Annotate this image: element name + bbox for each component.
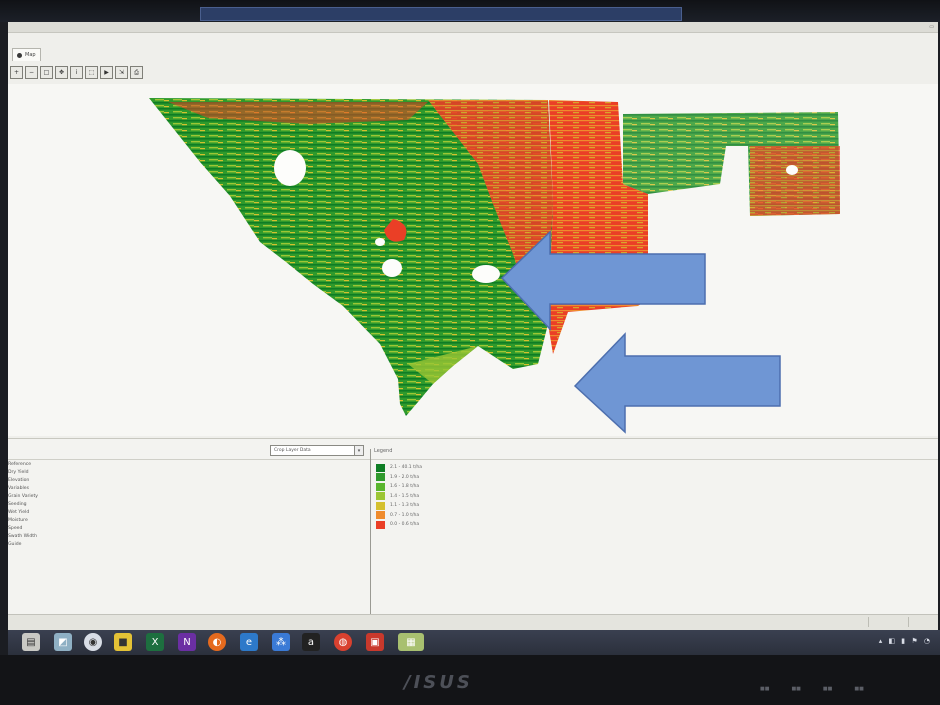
zoom-out-icon[interactable]: − — [25, 66, 38, 79]
field-hole — [472, 265, 500, 283]
monitor-button[interactable]: ■■ — [760, 686, 769, 692]
layer-dropdown-value: Crop Layer Data — [274, 448, 311, 453]
field-east-corner — [750, 146, 840, 216]
legend-swatch — [376, 492, 385, 501]
monitor-button[interactable]: ■■ — [823, 686, 832, 692]
pdf-icon[interactable]: ▣ — [366, 633, 384, 651]
legend-label: 0.0 - 0.6 t/ha — [390, 522, 420, 528]
legend-row: 2.1 - 40.1 t/ha — [376, 463, 422, 473]
legend-row: 1.9 - 2.0 t/ha — [376, 473, 422, 483]
media-icon[interactable]: ◉ — [84, 633, 102, 651]
annotation-arrow-lower — [573, 332, 781, 434]
layer-item[interactable]: Swath Width — [8, 533, 88, 541]
monitor-button[interactable]: ■■ — [854, 686, 863, 692]
layer-item[interactable]: Moisture — [8, 517, 88, 525]
legend-row: 0.7 - 1.0 t/ha — [376, 511, 422, 521]
legend-swatch — [376, 501, 385, 510]
folder-icon[interactable]: ■ — [114, 633, 132, 651]
chevron-down-icon[interactable]: ▾ — [354, 446, 363, 455]
gis-application-window: ▭ Map + − □ ✥ i ⬚ ▶ ⇲ ⎙ Crop Layer Data … — [8, 22, 938, 630]
legend-swatch — [376, 473, 385, 482]
layer-item[interactable]: Grain Variety — [8, 493, 88, 501]
app-icon[interactable]: ◩ — [54, 633, 72, 651]
pan-icon[interactable]: ✥ — [55, 66, 68, 79]
map-tab-icon — [17, 52, 22, 58]
layer-item[interactable]: Wet Yield — [8, 509, 88, 517]
legend-row: 1.4 - 1.5 t/ha — [376, 492, 422, 502]
legend-label: 1.1 - 1.3 t/ha — [390, 503, 420, 509]
firefox-icon[interactable]: ◐ — [208, 633, 226, 651]
excel-icon[interactable]: X — [146, 633, 164, 651]
legend-label: 2.1 - 40.1 t/ha — [390, 465, 422, 471]
legend-swatch — [376, 511, 385, 520]
internet-explorer-icon[interactable]: e — [240, 633, 258, 651]
map-app-icon[interactable]: ▦ — [398, 633, 424, 651]
legend-swatch — [376, 463, 385, 472]
legend-title: Legend — [374, 448, 393, 454]
tab-map[interactable]: Map — [12, 48, 41, 61]
layer-item[interactable]: Reference — [8, 461, 88, 469]
status-cell — [908, 617, 938, 627]
yield-map[interactable] — [8, 84, 938, 436]
layer-item[interactable]: Dry Yield — [8, 469, 88, 477]
system-tray[interactable]: ▴ ◧ ▮ ⚑ ◔ — [879, 637, 932, 645]
layer-dropdown[interactable]: Crop Layer Data ▾ — [270, 445, 364, 456]
amazon-icon[interactable]: a — [302, 633, 320, 651]
taskbar: ▤ ◩ ◉ ■ X N ◐ e ⁂ a ◍ ▣ ▦ ▴ ◧ ▮ ⚑ ◔ — [8, 630, 940, 655]
zoom-extent-icon[interactable]: □ — [40, 66, 53, 79]
chrome-icon[interactable]: ◍ — [334, 633, 352, 651]
file-explorer-icon[interactable]: ▤ — [22, 633, 40, 651]
layer-item[interactable]: Speed — [8, 525, 88, 533]
layer-list: Reference Dry Yield Elevation Variables … — [8, 461, 88, 549]
window-control-glyph[interactable]: ▭ — [929, 24, 934, 30]
tab-map-label: Map — [25, 52, 36, 58]
tab-row: Map — [12, 48, 41, 62]
field-hole — [375, 238, 385, 246]
export-icon[interactable]: ⇲ — [115, 66, 128, 79]
layer-item[interactable]: Variables — [8, 485, 88, 493]
yield-map-canvas[interactable] — [8, 84, 938, 436]
legend-row: 0.0 - 0.6 t/ha — [376, 520, 422, 530]
field-hole — [786, 165, 798, 175]
status-bar — [8, 614, 938, 630]
app-grid-icon[interactable]: ⁂ — [272, 633, 290, 651]
status-cell — [868, 617, 909, 627]
lower-panel: Crop Layer Data ▾ Legend Reference Dry Y… — [8, 438, 938, 615]
legend-swatch — [376, 482, 385, 491]
layer-item[interactable]: Seeding — [8, 501, 88, 509]
legend-row: 1.6 - 1.8 t/ha — [376, 482, 422, 492]
menu-strip: ▭ — [8, 22, 938, 33]
onenote-icon[interactable]: N — [178, 633, 196, 651]
legend: 2.1 - 40.1 t/ha 1.9 - 2.0 t/ha 1.6 - 1.8… — [376, 463, 422, 530]
window-titlebar — [0, 0, 940, 22]
field-hole — [382, 259, 402, 277]
divider — [8, 459, 938, 460]
active-window-caption[interactable] — [200, 7, 682, 21]
layer-item[interactable]: Guide — [8, 541, 88, 549]
monitor-buttons: ■■ ■■ ■■ ■■ — [760, 686, 864, 692]
identify-icon[interactable]: i — [70, 66, 83, 79]
legend-label: 0.7 - 1.0 t/ha — [390, 512, 420, 518]
legend-label: 1.4 - 1.5 t/ha — [390, 493, 420, 499]
monitor-button[interactable]: ■■ — [791, 686, 800, 692]
map-toolbar: + − □ ✥ i ⬚ ▶ ⇲ ⎙ — [10, 66, 143, 80]
play-icon[interactable]: ▶ — [100, 66, 113, 79]
print-icon[interactable]: ⎙ — [130, 66, 143, 79]
monitor-brand-logo: /ISUS — [404, 672, 473, 693]
panel-splitter[interactable] — [370, 449, 371, 615]
layer-item[interactable]: Elevation — [8, 477, 88, 485]
field-hole — [274, 150, 306, 186]
legend-swatch — [376, 520, 385, 529]
legend-label: 1.9 - 2.0 t/ha — [390, 474, 420, 480]
select-icon[interactable]: ⬚ — [85, 66, 98, 79]
legend-row: 1.1 - 1.3 t/ha — [376, 501, 422, 511]
legend-label: 1.6 - 1.8 t/ha — [390, 484, 420, 490]
zoom-in-icon[interactable]: + — [10, 66, 23, 79]
